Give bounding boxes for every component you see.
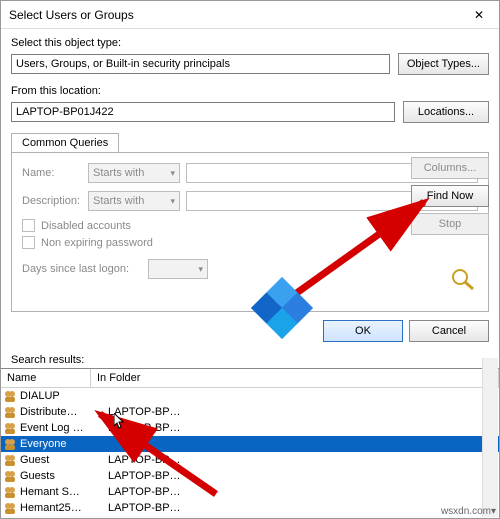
group-icon bbox=[3, 437, 17, 451]
table-row[interactable]: GuestLAPTOP-BP… bbox=[1, 452, 499, 468]
close-icon: ✕ bbox=[474, 8, 484, 22]
description-label: Description: bbox=[22, 195, 82, 207]
columns-button: Columns... bbox=[411, 157, 489, 179]
titlebar[interactable]: Select Users or Groups ✕ bbox=[1, 1, 499, 29]
col-header-name[interactable]: Name bbox=[1, 369, 91, 387]
name-filter-combo[interactable]: Starts with ▾ bbox=[88, 163, 180, 183]
close-button[interactable]: ✕ bbox=[459, 1, 499, 29]
disabled-accounts-label: Disabled accounts bbox=[41, 220, 131, 232]
cancel-button[interactable]: Cancel bbox=[409, 320, 489, 342]
cell-folder: LAPTOP-BP… bbox=[108, 406, 499, 418]
days-since-logon-combo[interactable]: ▾ bbox=[148, 259, 208, 279]
results-grid[interactable]: Name In Folder DIALUPDistribute…LAPTOP-B… bbox=[1, 368, 499, 518]
cell-name: Distribute… bbox=[20, 406, 108, 418]
table-row[interactable]: DIALUP bbox=[1, 388, 499, 404]
name-filter-value: Starts with bbox=[93, 167, 144, 179]
table-row[interactable]: Hyper-V A…LAPTOP-BP… bbox=[1, 516, 499, 518]
cell-folder: LAPTOP-BP… bbox=[108, 454, 499, 466]
cell-folder: LAPTOP-BP… bbox=[108, 502, 499, 514]
group-icon bbox=[3, 501, 17, 515]
cell-name: DIALUP bbox=[20, 390, 108, 402]
group-icon bbox=[3, 485, 17, 499]
vertical-scrollbar[interactable] bbox=[482, 358, 498, 517]
group-icon bbox=[3, 405, 17, 419]
locations-button[interactable]: Locations... bbox=[403, 101, 489, 123]
name-label: Name: bbox=[22, 167, 82, 179]
group-icon bbox=[3, 469, 17, 483]
cell-folder: LAPTOP-BP… bbox=[108, 422, 499, 434]
group-icon bbox=[3, 453, 17, 467]
col-header-folder[interactable]: In Folder bbox=[91, 369, 499, 387]
location-field: LAPTOP-BP01J422 bbox=[11, 102, 395, 122]
cell-name: Event Log … bbox=[20, 422, 108, 434]
description-filter-value: Starts with bbox=[93, 195, 144, 207]
tab-common-queries[interactable]: Common Queries bbox=[11, 133, 119, 152]
cell-name: Hemant S… bbox=[20, 486, 108, 498]
chevron-down-icon: ▾ bbox=[170, 196, 175, 207]
side-buttons: Columns... Find Now Stop bbox=[411, 157, 489, 235]
grid-header: Name In Folder bbox=[1, 369, 499, 388]
grid-body: DIALUPDistribute…LAPTOP-BP…Event Log …LA… bbox=[1, 388, 499, 518]
object-type-label: Select this object type: bbox=[11, 37, 489, 49]
stop-button: Stop bbox=[411, 213, 489, 235]
cell-name: Everyone bbox=[20, 438, 108, 450]
group-icon bbox=[3, 517, 17, 518]
object-type-field: Users, Groups, or Built-in security prin… bbox=[11, 54, 390, 74]
table-row[interactable]: Event Log …LAPTOP-BP… bbox=[1, 420, 499, 436]
cell-name: Guest bbox=[20, 454, 108, 466]
group-icon bbox=[3, 389, 17, 403]
group-icon bbox=[3, 421, 17, 435]
cell-folder: LAPTOP-BP… bbox=[108, 470, 499, 482]
table-row[interactable]: Hemant25…LAPTOP-BP… bbox=[1, 500, 499, 516]
table-row[interactable]: Hemant S…LAPTOP-BP… bbox=[1, 484, 499, 500]
dialog-title: Select Users or Groups bbox=[9, 8, 459, 22]
description-filter-combo[interactable]: Starts with ▾ bbox=[88, 191, 180, 211]
query-tabs: Common Queries bbox=[11, 133, 489, 152]
disabled-accounts-checkbox[interactable] bbox=[22, 219, 35, 232]
chevron-down-icon: ▾ bbox=[170, 168, 175, 179]
find-now-button[interactable]: Find Now bbox=[411, 185, 489, 207]
days-since-logon-label: Days since last logon: bbox=[22, 263, 142, 275]
chevron-down-icon: ▾ bbox=[198, 264, 203, 275]
location-label: From this location: bbox=[11, 85, 489, 97]
table-row[interactable]: Distribute…LAPTOP-BP… bbox=[1, 404, 499, 420]
table-row[interactable]: Everyone bbox=[1, 436, 499, 452]
non-expiring-checkbox[interactable] bbox=[22, 236, 35, 249]
object-types-button[interactable]: Object Types... bbox=[398, 53, 489, 75]
select-users-dialog: Select Users or Groups ✕ Select this obj… bbox=[0, 0, 500, 519]
cell-folder: LAPTOP-BP… bbox=[108, 486, 499, 498]
cell-name: Hemant25… bbox=[20, 502, 108, 514]
table-row[interactable]: GuestsLAPTOP-BP… bbox=[1, 468, 499, 484]
non-expiring-label: Non expiring password bbox=[41, 237, 153, 249]
cell-name: Guests bbox=[20, 470, 108, 482]
ok-button[interactable]: OK bbox=[323, 320, 403, 342]
dialog-footer-buttons: OK Cancel bbox=[1, 312, 499, 350]
results-label: Search results: bbox=[1, 350, 499, 368]
search-decor-icon bbox=[449, 267, 479, 291]
